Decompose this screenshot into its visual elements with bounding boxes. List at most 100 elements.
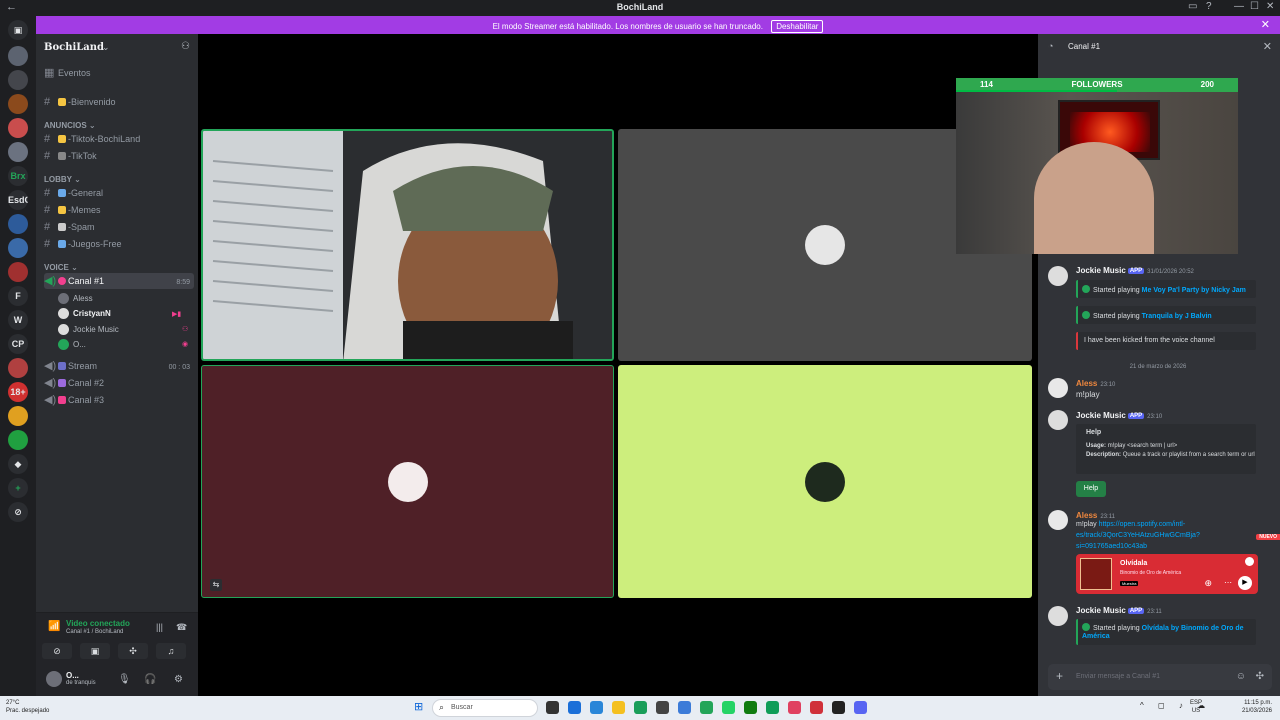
maximize-button[interactable]: ☐: [1250, 1, 1259, 12]
app-icon[interactable]: [700, 701, 713, 714]
message-author[interactable]: Jockie Music APP 23:11: [1076, 606, 1162, 615]
channel-general[interactable]: # -General: [44, 185, 194, 201]
camera-off-button[interactable]: ⊘: [42, 643, 72, 659]
headphones-icon[interactable]: 🎧: [144, 674, 156, 685]
message-author[interactable]: Jockie Music APP 23:10: [1076, 411, 1162, 420]
banner-close-icon[interactable]: ✕: [1261, 18, 1270, 31]
help-icon[interactable]: ?: [1206, 1, 1212, 12]
app-icon[interactable]: [590, 701, 603, 714]
app-icon[interactable]: [656, 701, 669, 714]
server-icon[interactable]: Brx: [8, 166, 28, 186]
track-artist[interactable]: Binomio de Oro de América: [1120, 570, 1181, 576]
screen-share-button[interactable]: ▣: [80, 643, 110, 659]
voice-member[interactable]: CristyanN: [58, 306, 111, 321]
plus-icon[interactable]: +: [1056, 669, 1063, 683]
chat-input[interactable]: + Enviar mensaje a Canal #1 ☺ ✣: [1048, 664, 1272, 690]
apps-icon[interactable]: ✣: [1256, 671, 1264, 682]
category-voice[interactable]: VOICE ⌄: [44, 263, 78, 272]
user-status[interactable]: de tranquis: [66, 680, 96, 686]
avatar[interactable]: [1048, 606, 1068, 626]
channel-tiktok-bochiland[interactable]: # -Tiktok-BochiLand: [44, 131, 194, 147]
weather-widget[interactable]: 27°C Prac. despejado: [6, 699, 49, 715]
server-icon[interactable]: [8, 358, 28, 378]
voice-status[interactable]: Video conectado: [66, 619, 130, 628]
chat-input-placeholder[interactable]: Enviar mensaje a Canal #1: [1076, 673, 1160, 680]
server-icon[interactable]: [8, 94, 28, 114]
events-item[interactable]: ▦ Eventos: [44, 65, 194, 81]
language-indicator[interactable]: ESP US: [1190, 699, 1202, 715]
server-icon[interactable]: [8, 262, 28, 282]
explore-icon[interactable]: ⊘: [8, 502, 28, 522]
disable-streamer-button[interactable]: Deshabilitar: [771, 20, 824, 33]
voice-member[interactable]: O...: [58, 337, 86, 352]
video-tile-user[interactable]: [618, 365, 1032, 598]
category-lobby[interactable]: LOBBY ⌄: [44, 175, 81, 184]
user-name[interactable]: O...: [66, 671, 79, 680]
microphone-icon[interactable]: 🎙: [118, 674, 131, 685]
task-view-icon[interactable]: [546, 701, 559, 714]
avatar[interactable]: [46, 671, 62, 687]
server-icon[interactable]: [8, 118, 28, 138]
track-title[interactable]: Olvídala: [1120, 560, 1147, 567]
message-author[interactable]: Aless 23:10: [1076, 379, 1115, 388]
channel-tiktok[interactable]: # -TikTok: [44, 148, 194, 164]
help-button[interactable]: Help: [1076, 481, 1106, 497]
voice-channel-path[interactable]: Canal #1 / BochiLand: [66, 629, 123, 635]
app-icon[interactable]: [832, 701, 845, 714]
message-author[interactable]: Jockie Music APP 31/01/2026 20:52: [1076, 266, 1194, 275]
new-messages-badge[interactable]: NUEVO: [1256, 534, 1280, 540]
minimize-button[interactable]: —: [1234, 1, 1244, 12]
channel-memes[interactable]: # -Memes: [44, 202, 194, 218]
play-icon[interactable]: ▶: [1238, 576, 1252, 590]
server-icon[interactable]: F: [8, 286, 28, 306]
activities-button[interactable]: ✣: [118, 643, 148, 659]
server-icon[interactable]: [8, 430, 28, 450]
inbox-icon[interactable]: ▭: [1188, 1, 1197, 12]
message-author[interactable]: Aless 23:11: [1076, 511, 1115, 520]
server-name[interactable]: BochiLand: [44, 42, 104, 53]
soundboard-button[interactable]: ♫: [156, 643, 186, 659]
avatar[interactable]: [1048, 510, 1068, 530]
taskbar-search[interactable]: ⌕ Buscar: [432, 699, 538, 717]
chrome-icon[interactable]: [766, 701, 779, 714]
home-icon[interactable]: ▣: [8, 20, 28, 40]
voice-channel-canal-2[interactable]: ◀) Canal #2: [44, 375, 194, 391]
close-button[interactable]: ✕: [1266, 1, 1274, 12]
noise-suppression-icon[interactable]: |||: [156, 622, 163, 632]
discord-icon[interactable]: [854, 701, 867, 714]
spotify-embed[interactable]: Olvídala Binomio de Oro de América Muest…: [1076, 554, 1258, 594]
app-icon[interactable]: [568, 701, 581, 714]
server-icon[interactable]: [8, 142, 28, 162]
close-chat-icon[interactable]: ✕: [1263, 40, 1272, 53]
server-icon[interactable]: [8, 406, 28, 426]
add-server-icon[interactable]: +: [8, 478, 28, 498]
server-icon[interactable]: 18+: [8, 382, 28, 402]
more-icon[interactable]: ⋯: [1224, 578, 1232, 587]
voice-channel-canal-3[interactable]: ◀) Canal #3: [44, 392, 194, 408]
clock[interactable]: 11:15 p.m. 21/03/2026: [1242, 699, 1272, 715]
app-icon[interactable]: [810, 701, 823, 714]
voice-member[interactable]: Jockie Music: [58, 322, 119, 337]
xbox-icon[interactable]: [744, 701, 757, 714]
windows-start-icon[interactable]: ⊞: [414, 701, 426, 713]
server-icon[interactable]: [8, 238, 28, 258]
server-icon[interactable]: [8, 70, 28, 90]
server-icon[interactable]: [8, 214, 28, 234]
app-icon[interactable]: [678, 701, 691, 714]
discover-icon[interactable]: ◆: [8, 454, 28, 474]
file-explorer-icon[interactable]: [612, 701, 625, 714]
chevron-down-icon[interactable]: ⌄: [102, 42, 110, 53]
video-tile-user[interactable]: ⇆: [201, 365, 614, 598]
server-icon[interactable]: W: [8, 310, 28, 330]
screen-share-icon[interactable]: ⇆: [210, 579, 222, 591]
emoji-icon[interactable]: ☺: [1236, 671, 1246, 682]
category-anuncios[interactable]: ANUNCIOS ⌄: [44, 121, 96, 130]
channel-juegos-free[interactable]: # -Juegos-Free: [44, 236, 194, 252]
avatar[interactable]: [1048, 378, 1068, 398]
app-icon[interactable]: [634, 701, 647, 714]
channel-bienvenido[interactable]: # -Bienvenido: [44, 94, 194, 110]
gear-icon[interactable]: ⚙: [174, 674, 183, 685]
server-icon[interactable]: [8, 46, 28, 66]
spotify-link[interactable]: https://open.spotify.com/intl-: [1099, 521, 1186, 528]
avatar[interactable]: [1048, 410, 1068, 430]
